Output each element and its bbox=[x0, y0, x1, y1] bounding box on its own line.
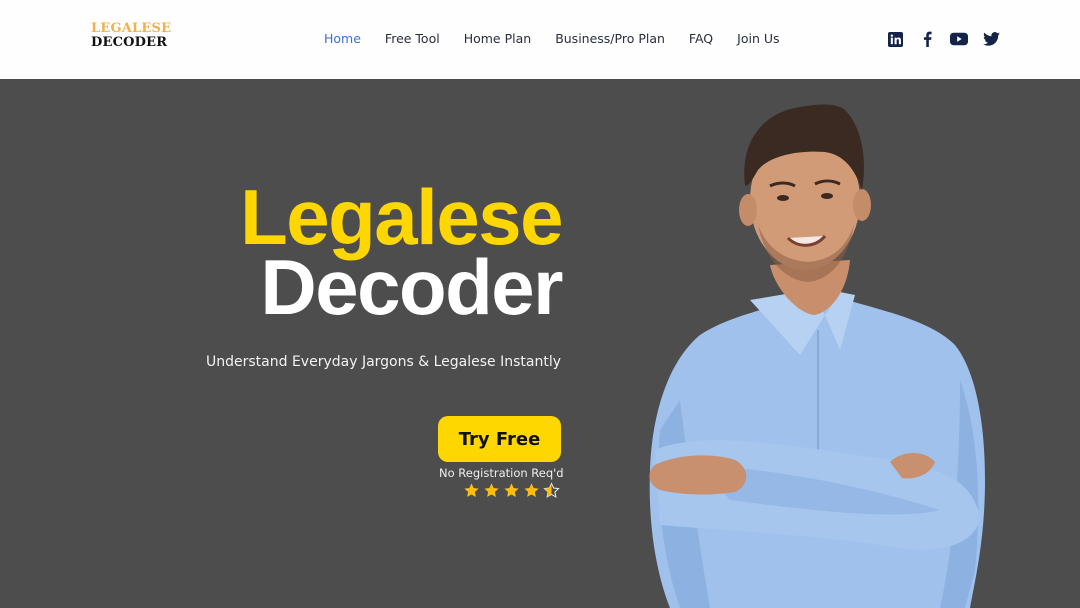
nav-join-us[interactable]: Join Us bbox=[737, 31, 779, 46]
star-icon bbox=[504, 483, 519, 497]
logo-line2: DECODER bbox=[91, 35, 168, 50]
try-free-button[interactable]: Try Free bbox=[438, 416, 561, 462]
nav-free-tool[interactable]: Free Tool bbox=[385, 31, 440, 46]
nav-home[interactable]: Home bbox=[324, 31, 361, 46]
rating-stars bbox=[463, 482, 560, 499]
linkedin-icon[interactable] bbox=[886, 30, 904, 48]
hero-title-line2: Decoder bbox=[260, 243, 563, 331]
no-registration-note: No Registration Req'd bbox=[439, 466, 564, 480]
logo[interactable]: LEGALESE DECODER bbox=[91, 22, 171, 50]
hero-person-image bbox=[649, 104, 985, 608]
nav-business-pro-plan[interactable]: Business/Pro Plan bbox=[555, 31, 665, 46]
hero-subtitle: Understand Everyday Jargons & Legalese I… bbox=[206, 354, 561, 370]
star-icon bbox=[484, 483, 499, 497]
facebook-icon[interactable] bbox=[918, 30, 936, 48]
star-icon bbox=[464, 483, 479, 497]
nav-faq[interactable]: FAQ bbox=[689, 31, 713, 46]
half-star-icon bbox=[543, 482, 560, 498]
site-header: LEGALESE DECODER Home Free Tool Home Pla… bbox=[0, 0, 1080, 79]
star-icon bbox=[524, 483, 539, 497]
logo-line1: LEGALESE bbox=[91, 21, 172, 36]
main-nav: Home Free Tool Home Plan Business/Pro Pl… bbox=[324, 31, 804, 46]
nav-home-plan[interactable]: Home Plan bbox=[464, 31, 531, 46]
youtube-icon[interactable] bbox=[950, 30, 968, 48]
social-links bbox=[886, 30, 1000, 48]
twitter-icon[interactable] bbox=[982, 30, 1000, 48]
